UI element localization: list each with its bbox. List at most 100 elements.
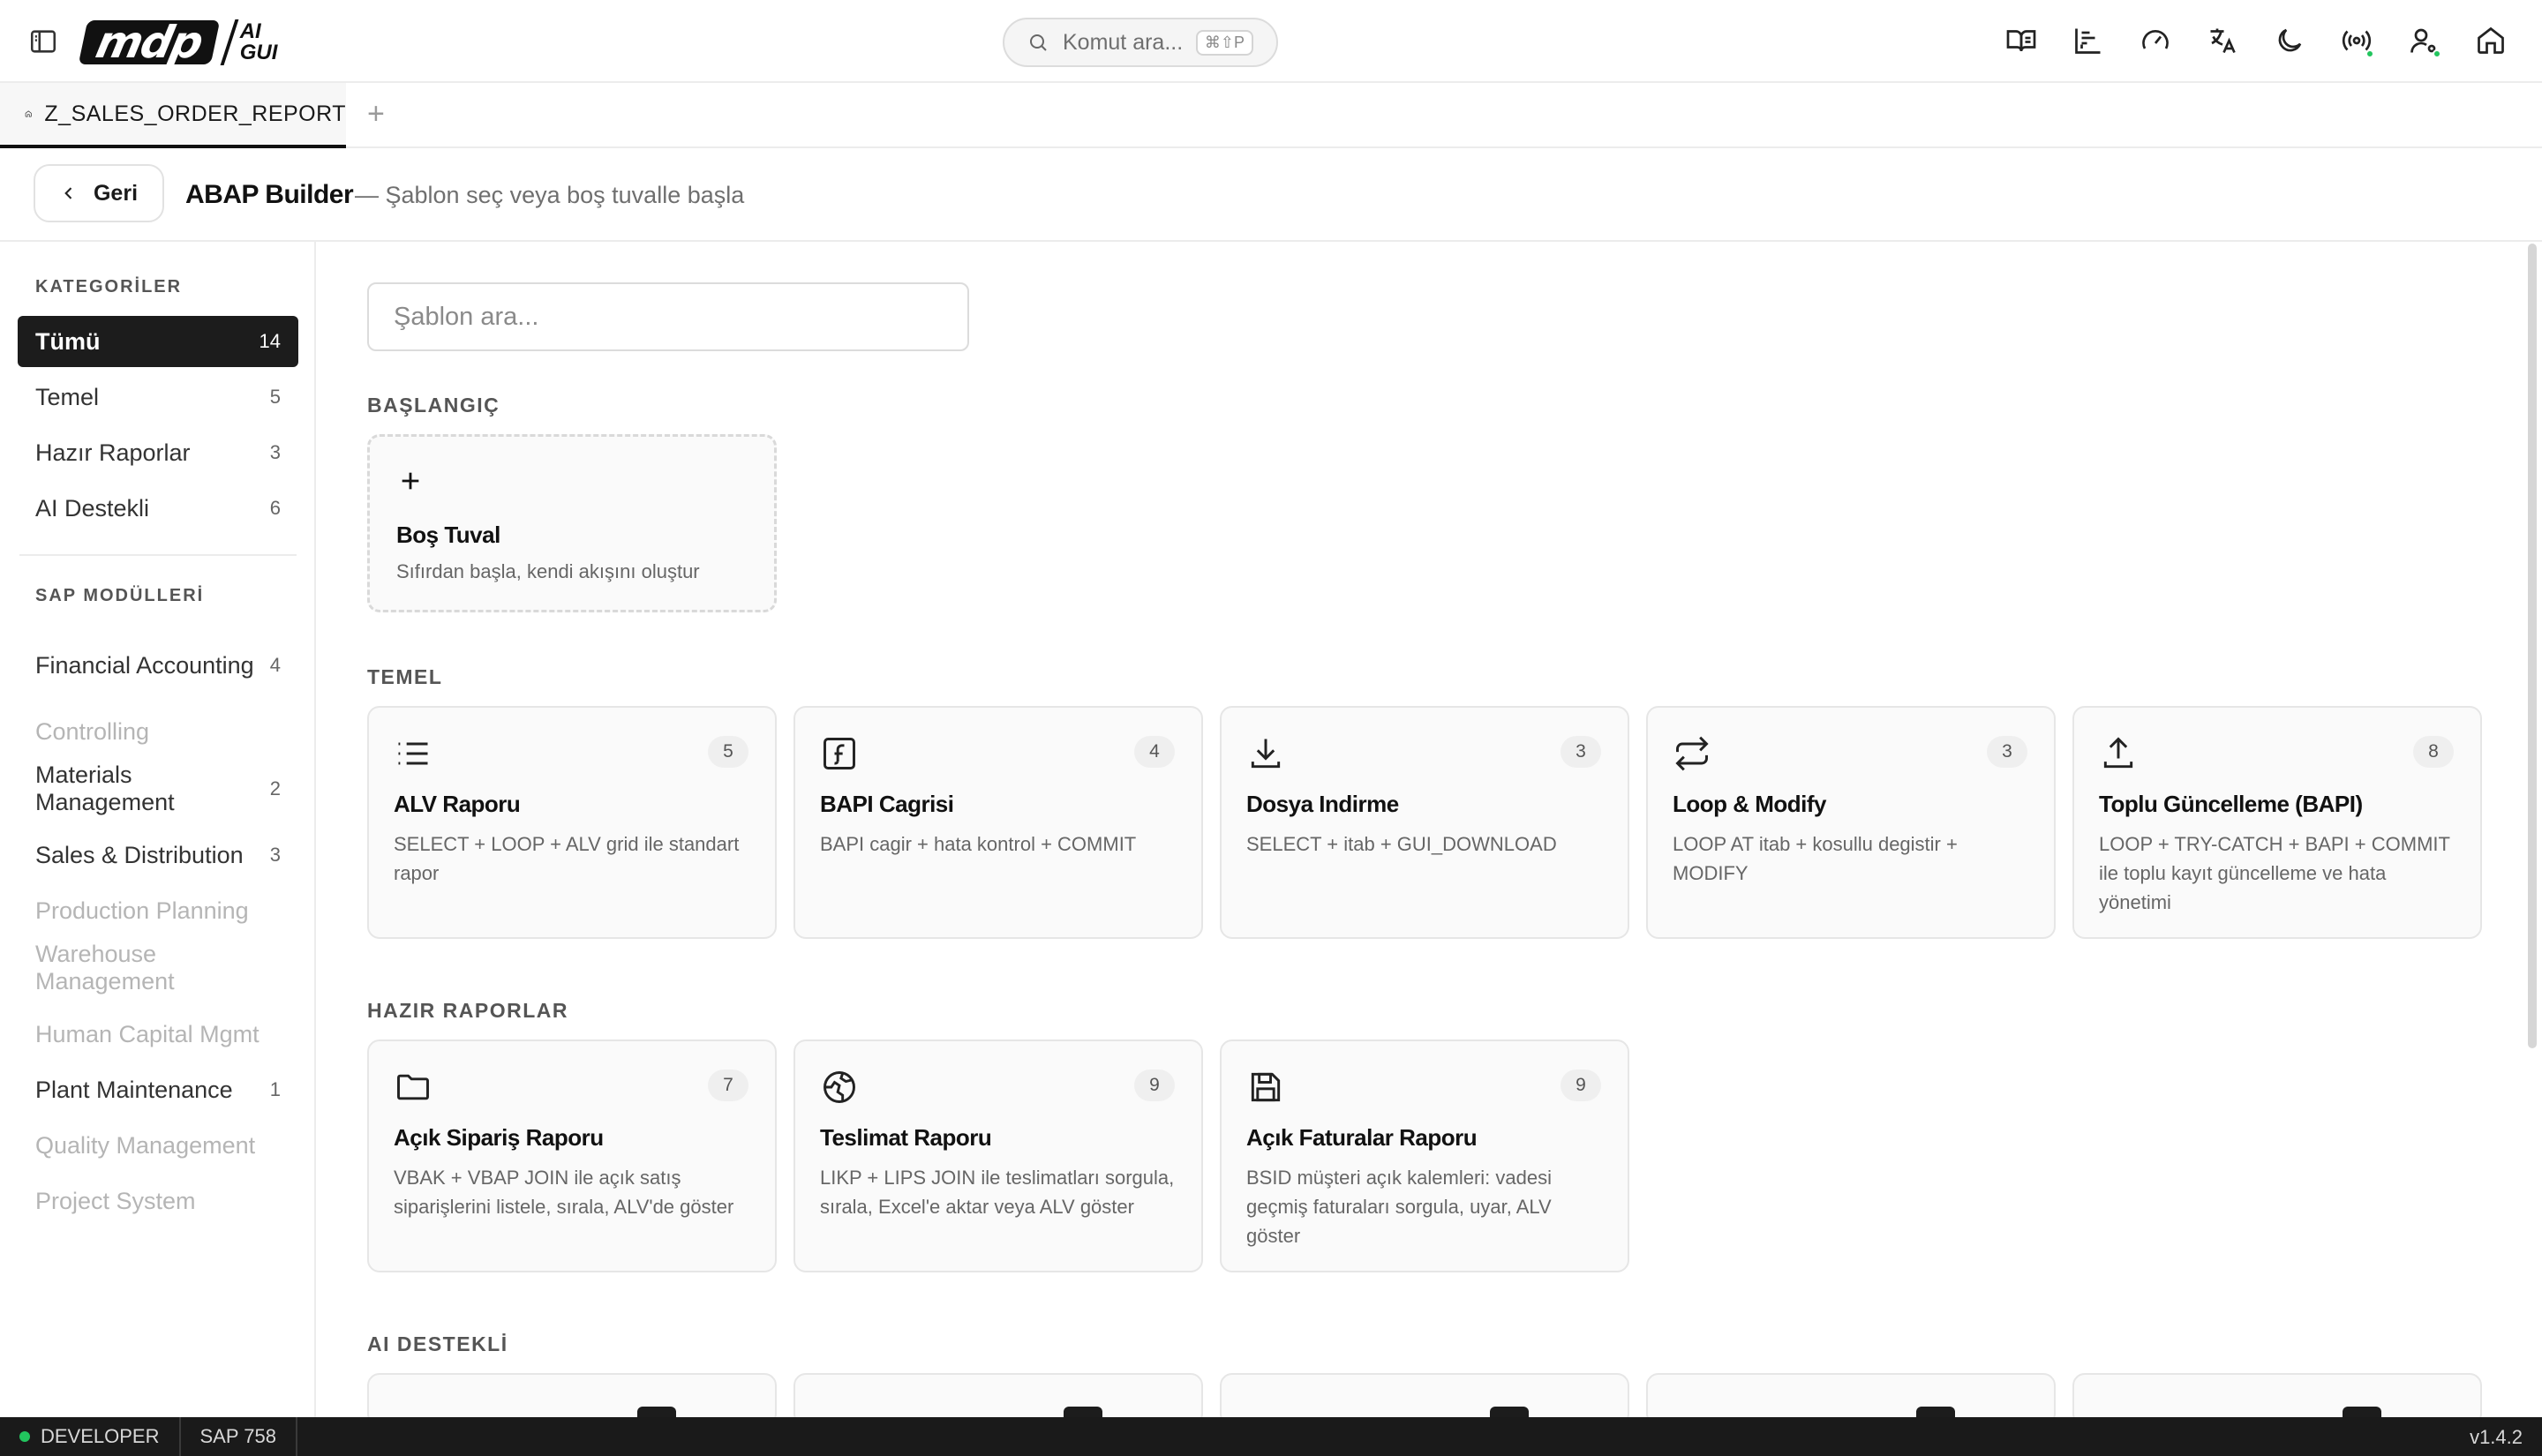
app-logo[interactable]: mdp AI GUI — [78, 17, 278, 68]
book-icon[interactable] — [2005, 25, 2037, 56]
sidebar-item-label: Quality Management — [35, 1131, 256, 1159]
logo-ai-text: AI GUI — [240, 21, 278, 64]
logo-main-text: mdp — [78, 17, 221, 68]
template-card-ai[interactable] — [2072, 1373, 2482, 1417]
sidebar-item-warehouse-management[interactable]: Warehouse Management — [18, 936, 298, 1000]
search-icon — [1030, 34, 1047, 51]
section-title-ai: AI DESTEKLİ — [367, 1332, 508, 1355]
sidebar-item-label: Warehouse Management — [35, 941, 175, 994]
sidebar-item-basic[interactable]: Temel 5 — [18, 372, 298, 423]
sidebar-item-count: 1 — [269, 1078, 281, 1100]
sidebar-item-count: 2 — [269, 777, 281, 799]
status-system-label: SAP 758 — [199, 1425, 276, 1447]
home-icon[interactable] — [2475, 25, 2507, 56]
usage-count-badge: 5 — [708, 736, 748, 768]
sidebar-item-ready-reports[interactable]: Hazır Raporlar 3 — [18, 427, 298, 478]
card-title: Açık Sipariş Raporu — [394, 1124, 604, 1151]
sidebar-item-all[interactable]: Tümü 14 — [18, 316, 298, 367]
card-title: BAPI Cagrisi — [820, 791, 954, 817]
save-icon — [1246, 1068, 1285, 1107]
template-card-open-invoices[interactable]: 9 Açık Faturalar Raporu BSID müşteri açı… — [1220, 1039, 1629, 1272]
sidebar-item-human-capital[interactable]: Human Capital Mgmt — [18, 1009, 298, 1060]
sidebar-item-financial-accounting[interactable]: Financial Accounting 4 — [18, 634, 298, 697]
sidebar-item-label: Production Planning — [35, 897, 249, 924]
page-header: Geri ABAP Builder — Şablon seç veya boş … — [0, 148, 2542, 242]
tab-label: Z_SALES_ORDER_REPORT — [44, 101, 346, 126]
command-shortcut: ⌘⇧P — [1195, 29, 1253, 56]
ai-badge — [2343, 1407, 2381, 1417]
tab-bar: Z_SALES_ORDER_REPORT + — [0, 83, 2542, 148]
folder-icon — [394, 1068, 432, 1107]
moon-icon[interactable] — [2274, 25, 2305, 56]
sidebar-toggle-icon[interactable] — [28, 26, 58, 56]
template-card-ai[interactable] — [1220, 1373, 1629, 1417]
function-icon — [820, 734, 859, 773]
template-card-bapi-call[interactable]: 4 BAPI Cagrisi BAPI cagir + hata kontrol… — [793, 706, 1203, 939]
sidebar-item-label: Hazır Raporlar — [35, 439, 191, 466]
card-description: LIKP + LIPS JOIN ile teslimatları sorgul… — [820, 1167, 1175, 1218]
card-title: Açık Faturalar Raporu — [1246, 1124, 1478, 1151]
add-tab-button[interactable]: + — [367, 99, 385, 129]
template-card-ai[interactable] — [367, 1373, 777, 1417]
template-card-bulk-update[interactable]: 8 Toplu Güncelleme (BAPI) LOOP + TRY-CAT… — [2072, 706, 2482, 939]
sidebar-item-count: 5 — [269, 386, 281, 408]
translate-icon[interactable] — [2207, 25, 2238, 56]
template-card-ai[interactable] — [1646, 1373, 2056, 1417]
sidebar-item-project-system[interactable]: Project System — [18, 1175, 298, 1227]
sidebar-item-plant-maintenance[interactable]: Plant Maintenance 1 — [18, 1064, 298, 1115]
category-sidebar: KATEGORİLER Tümü 14 Temel 5 Hazır Raporl… — [0, 242, 316, 1417]
sap-modules-heading: SAP MODÜLLERİ — [35, 586, 205, 605]
connection-status-dot — [2365, 49, 2374, 58]
page-title: ABAP Builder — [185, 180, 354, 209]
sidebar-item-label: Controlling — [35, 717, 150, 745]
command-search[interactable]: Komut ara... ⌘⇧P — [1003, 18, 1278, 67]
sidebar-item-sales-distribution[interactable]: Sales & Distribution 3 — [18, 829, 298, 881]
ai-badge — [637, 1407, 676, 1417]
page-subtitle: — Şablon seç veya boş tuvalle başla — [355, 182, 745, 208]
main-scrollbar[interactable] — [2528, 244, 2537, 1048]
template-search-input[interactable] — [367, 282, 969, 351]
user-settings-icon[interactable] — [2408, 25, 2441, 58]
status-online-dot — [19, 1431, 30, 1442]
back-button[interactable]: Geri — [34, 164, 164, 222]
sidebar-item-materials-management[interactable]: Materials Management 2 — [18, 757, 298, 821]
sidebar-item-label: Plant Maintenance — [35, 1076, 233, 1103]
list-icon — [394, 734, 432, 773]
sidebar-item-label: Financial Accounting — [35, 651, 254, 679]
template-card-alv-report[interactable]: 5 ALV Raporu SELECT + LOOP + ALV grid il… — [367, 706, 777, 939]
broadcast-icon[interactable] — [2341, 25, 2374, 58]
home-icon — [25, 110, 32, 117]
categories-heading: KATEGORİLER — [35, 277, 183, 296]
plus-icon — [398, 469, 423, 493]
template-card-file-download[interactable]: 3 Dosya Indirme SELECT + itab + GUI_DOWN… — [1220, 706, 1629, 939]
usage-count-badge: 3 — [1561, 736, 1601, 768]
card-title: ALV Raporu — [394, 791, 521, 817]
sidebar-item-controlling[interactable]: Controlling — [18, 706, 298, 757]
card-title: Teslimat Raporu — [820, 1124, 992, 1151]
sidebar-item-label: Temel — [35, 383, 100, 410]
sidebar-item-ai-supported[interactable]: AI Destekli 6 — [18, 483, 298, 534]
sidebar-item-production-planning[interactable]: Production Planning — [18, 885, 298, 936]
template-card-open-orders[interactable]: 7 Açık Sipariş Raporu VBAK + VBAP JOIN i… — [367, 1039, 777, 1272]
chart-icon[interactable] — [2072, 25, 2104, 56]
logo-separator — [220, 19, 239, 65]
logo-ai-bottom: GUI — [239, 41, 278, 64]
usage-count-badge: 7 — [708, 1069, 748, 1101]
section-title-start: BAŞLANGIÇ — [367, 394, 500, 417]
template-card-loop-modify[interactable]: 3 Loop & Modify LOOP AT itab + kosullu d… — [1646, 706, 2056, 939]
sidebar-item-quality-management[interactable]: Quality Management — [18, 1120, 298, 1171]
section-title-reports: HAZIR RAPORLAR — [367, 999, 568, 1022]
sidebar-item-count: 3 — [269, 441, 281, 463]
template-card-delivery-report[interactable]: 9 Teslimat Raporu LIKP + LIPS JOIN ile t… — [793, 1039, 1203, 1272]
logo-ai-top: AI — [239, 19, 261, 43]
card-description: LOOP + TRY-CATCH + BAPI + COMMIT ile top… — [2099, 833, 2450, 913]
blank-canvas-card[interactable]: Boş Tuval Sıfırdan başla, kendi akışını … — [367, 434, 777, 612]
card-description: Sıfırdan başla, kendi akışını oluştur — [396, 560, 700, 582]
card-description: SELECT + LOOP + ALV grid ile standart ra… — [394, 833, 740, 884]
template-card-ai[interactable] — [793, 1373, 1203, 1417]
chevron-left-icon — [64, 187, 72, 199]
sidebar-item-count: 4 — [269, 654, 281, 676]
usage-count-badge: 3 — [1987, 736, 2027, 768]
gauge-icon[interactable] — [2140, 25, 2171, 56]
tab-z-sales-order-report[interactable]: Z_SALES_ORDER_REPORT — [0, 83, 346, 148]
